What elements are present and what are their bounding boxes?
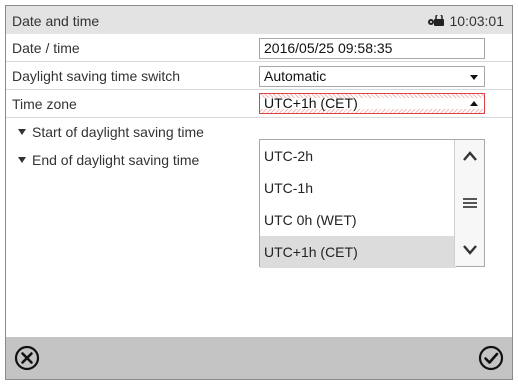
dialog-title: Date and time (12, 13, 100, 29)
chevron-down-icon (470, 75, 478, 80)
drag-handle-icon (462, 198, 477, 208)
dst-switch-row: Daylight saving time switch Automatic (6, 62, 512, 90)
chevron-up-icon (470, 101, 478, 106)
dst-switch-select[interactable]: Automatic (259, 66, 485, 87)
date-time-row: Date / time 2016/05/25 09:58:35 (6, 34, 512, 62)
date-time-dialog: Date and time 10:03:01 Date / time 2016/… (5, 5, 513, 380)
dst-switch-label: Daylight saving time switch (12, 68, 181, 84)
chevron-up-icon (462, 151, 477, 161)
scroll-up-button[interactable] (455, 140, 484, 172)
confirm-check-circle-icon (478, 345, 504, 371)
time-zone-option-selected[interactable]: UTC+1h (CET) (260, 236, 456, 268)
time-zone-select[interactable]: UTC+1h (CET) (259, 93, 485, 114)
cancel-x-circle-icon (14, 345, 40, 371)
date-time-label: Date / time (12, 40, 80, 56)
time-zone-row: Time zone UTC+1h (CET) (6, 90, 512, 118)
expand-triangle-icon (18, 129, 26, 135)
dst-switch-value: Automatic (264, 68, 327, 84)
footer-bar (6, 337, 512, 379)
time-zone-option[interactable]: UTC-2h (260, 140, 454, 172)
title-bar: Date and time 10:03:01 (6, 6, 512, 34)
date-time-field[interactable]: 2016/05/25 09:58:35 (259, 38, 485, 59)
date-time-value: 2016/05/25 09:58:35 (264, 40, 393, 56)
scroll-thumb[interactable] (455, 172, 484, 234)
dropdown-scrollbar[interactable] (454, 140, 484, 266)
time-zone-value: UTC+1h (CET) (264, 95, 358, 111)
time-zone-option[interactable]: UTC-1h (260, 172, 454, 204)
key-lock-icon (427, 15, 445, 27)
current-time: 10:03:01 (449, 13, 505, 29)
chevron-down-icon (462, 245, 477, 255)
expand-triangle-icon (18, 157, 26, 163)
cancel-button[interactable] (12, 343, 42, 373)
dst-start-label: Start of daylight saving time (18, 124, 204, 140)
scroll-down-button[interactable] (455, 234, 484, 266)
clock: 10:03:01 (427, 13, 505, 29)
time-zone-label: Time zone (12, 96, 77, 112)
confirm-button[interactable] (476, 343, 506, 373)
dst-end-label: End of daylight saving time (18, 152, 199, 168)
time-zone-option[interactable]: UTC 0h (WET) (260, 204, 454, 236)
time-zone-dropdown: UTC-2h UTC-1h UTC 0h (WET) UTC+1h (CET) (259, 139, 485, 268)
